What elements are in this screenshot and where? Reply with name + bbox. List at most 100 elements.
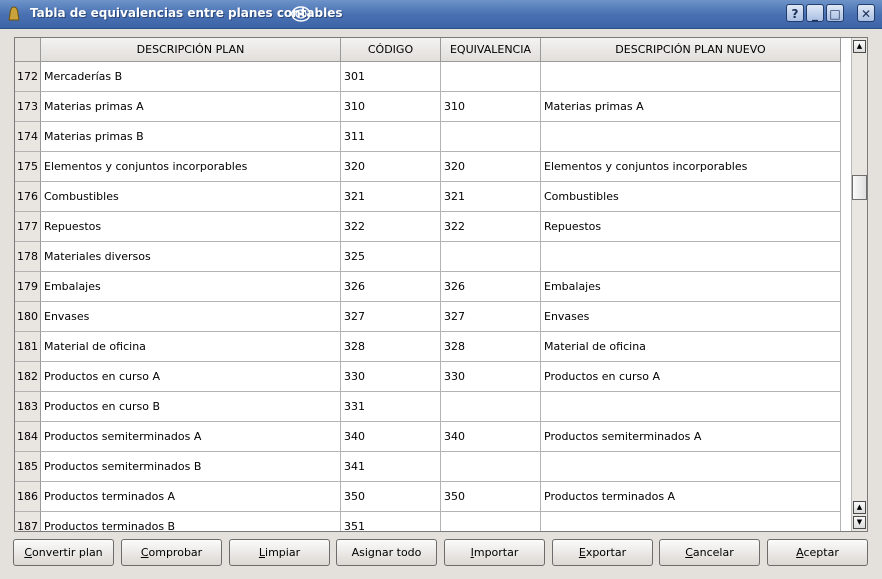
row-number[interactable]: 179 xyxy=(15,272,41,302)
table-row[interactable]: 176 Combustibles 321 321 Combustibles xyxy=(15,182,841,212)
column-header-descripcion[interactable]: DESCRIPCIÓN PLAN xyxy=(41,38,341,62)
cell-descripcion[interactable]: Productos semiterminados A xyxy=(41,422,341,452)
table-corner[interactable] xyxy=(15,38,41,62)
cell-descripcion-nuevo[interactable] xyxy=(541,512,841,531)
row-number[interactable]: 182 xyxy=(15,362,41,392)
row-number[interactable]: 187 xyxy=(15,512,41,531)
scroll-up-arrow-icon[interactable]: ▲ xyxy=(853,501,866,514)
table-row[interactable]: 180 Envases 327 327 Envases xyxy=(15,302,841,332)
cell-codigo[interactable]: 327 xyxy=(341,302,441,332)
cell-descripcion[interactable]: Productos terminados A xyxy=(41,482,341,512)
table-row[interactable]: 184 Productos semiterminados A 340 340 Produ… xyxy=(15,422,841,452)
scroll-thumb[interactable] xyxy=(852,175,867,200)
table-row[interactable]: 181 Material de oficina 328 328 Material de … xyxy=(15,332,841,362)
table-row[interactable]: 183 Productos en curso B 331 xyxy=(15,392,841,422)
row-number[interactable]: 181 xyxy=(15,332,41,362)
table-row[interactable]: 174 Materias primas B 311 xyxy=(15,122,841,152)
cell-equivalencia[interactable]: 350 xyxy=(441,482,541,512)
help-button[interactable]: ? xyxy=(786,4,804,22)
cell-codigo[interactable]: 311 xyxy=(341,122,441,152)
limpiar-button[interactable]: Limpiar xyxy=(229,539,330,566)
column-header-descripcion-nuevo[interactable]: DESCRIPCIÓN PLAN NUEVO xyxy=(541,38,841,62)
cell-descripcion-nuevo[interactable]: Combustibles xyxy=(541,182,841,212)
cell-equivalencia[interactable] xyxy=(441,242,541,272)
exportar-button[interactable]: Exportar xyxy=(552,539,653,566)
cell-descripcion[interactable]: Embalajes xyxy=(41,272,341,302)
cell-codigo[interactable]: 310 xyxy=(341,92,441,122)
cell-descripcion-nuevo[interactable]: Embalajes xyxy=(541,272,841,302)
cell-codigo[interactable]: 331 xyxy=(341,392,441,422)
cell-equivalencia[interactable]: 340 xyxy=(441,422,541,452)
cell-codigo[interactable]: 301 xyxy=(341,62,441,92)
cell-codigo[interactable]: 326 xyxy=(341,272,441,302)
cell-descripcion-nuevo[interactable]: Productos semiterminados A xyxy=(541,422,841,452)
cell-codigo[interactable]: 328 xyxy=(341,332,441,362)
row-number[interactable]: 184 xyxy=(15,422,41,452)
cell-descripcion[interactable]: Productos semiterminados B xyxy=(41,452,341,482)
cell-codigo[interactable]: 322 xyxy=(341,212,441,242)
table-row[interactable]: 186 Productos terminados A 350 350 Productos… xyxy=(15,482,841,512)
table-row[interactable]: 173 Materias primas A 310 310 Materias prima… xyxy=(15,92,841,122)
row-number[interactable]: 172 xyxy=(15,62,41,92)
column-header-equivalencia[interactable]: EQUIVALENCIA xyxy=(441,38,541,62)
cell-equivalencia[interactable]: 330 xyxy=(441,362,541,392)
cell-descripcion-nuevo[interactable]: Productos en curso A xyxy=(541,362,841,392)
cell-equivalencia[interactable] xyxy=(441,122,541,152)
cell-descripcion[interactable]: Combustibles xyxy=(41,182,341,212)
minimize-button[interactable]: _ xyxy=(806,4,824,22)
cell-equivalencia[interactable]: 322 xyxy=(441,212,541,242)
cell-codigo[interactable]: 340 xyxy=(341,422,441,452)
scroll-up-arrow-icon[interactable]: ▲ xyxy=(853,40,866,53)
cell-equivalencia[interactable] xyxy=(441,62,541,92)
row-number[interactable]: 177 xyxy=(15,212,41,242)
cell-descripcion-nuevo[interactable] xyxy=(541,392,841,422)
row-number[interactable]: 180 xyxy=(15,302,41,332)
cancelar-button[interactable]: Cancelar xyxy=(659,539,760,566)
row-number[interactable]: 174 xyxy=(15,122,41,152)
cell-codigo[interactable]: 351 xyxy=(341,512,441,531)
cell-equivalencia[interactable]: 321 xyxy=(441,182,541,212)
comprobar-button[interactable]: Comprobar xyxy=(121,539,222,566)
row-number[interactable]: 175 xyxy=(15,152,41,182)
table-row[interactable]: 172 Mercaderías B 301 xyxy=(15,62,841,92)
cell-equivalencia[interactable]: 327 xyxy=(441,302,541,332)
cell-descripcion[interactable]: Productos en curso B xyxy=(41,392,341,422)
table-row[interactable]: 187 Productos terminados B 351 xyxy=(15,512,841,531)
column-header-codigo[interactable]: CÓDIGO xyxy=(341,38,441,62)
cell-descripcion[interactable]: Productos en curso A xyxy=(41,362,341,392)
row-number[interactable]: 183 xyxy=(15,392,41,422)
cell-equivalencia[interactable] xyxy=(441,452,541,482)
cell-equivalencia[interactable]: 320 xyxy=(441,152,541,182)
asignar-todo-button[interactable]: Asignar todo xyxy=(336,539,437,566)
table-row[interactable]: 178 Materiales diversos 325 xyxy=(15,242,841,272)
importar-button[interactable]: Importar xyxy=(444,539,545,566)
row-number[interactable]: 186 xyxy=(15,482,41,512)
cell-descripcion[interactable]: Materias primas B xyxy=(41,122,341,152)
cell-descripcion-nuevo[interactable]: Productos terminados A xyxy=(541,482,841,512)
cell-descripcion-nuevo[interactable] xyxy=(541,452,841,482)
aceptar-button[interactable]: Aceptar xyxy=(767,539,868,566)
cell-descripcion-nuevo[interactable] xyxy=(541,122,841,152)
cell-codigo[interactable]: 341 xyxy=(341,452,441,482)
cell-codigo[interactable]: 320 xyxy=(341,152,441,182)
close-button[interactable]: ✕ xyxy=(857,4,875,22)
cell-codigo[interactable]: 325 xyxy=(341,242,441,272)
cell-descripcion[interactable]: Material de oficina xyxy=(41,332,341,362)
cell-descripcion-nuevo[interactable]: Material de oficina xyxy=(541,332,841,362)
cell-descripcion[interactable]: Materiales diversos xyxy=(41,242,341,272)
cell-codigo[interactable]: 321 xyxy=(341,182,441,212)
table-row[interactable]: 175 Elementos y conjuntos incorporables 32… xyxy=(15,152,841,182)
cell-descripcion[interactable]: Materias primas A xyxy=(41,92,341,122)
cell-descripcion[interactable]: Mercaderías B xyxy=(41,62,341,92)
cell-codigo[interactable]: 350 xyxy=(341,482,441,512)
table-row[interactable]: 182 Productos en curso A 330 330 Productos e… xyxy=(15,362,841,392)
row-number[interactable]: 173 xyxy=(15,92,41,122)
cell-descripcion[interactable]: Envases xyxy=(41,302,341,332)
cell-codigo[interactable]: 330 xyxy=(341,362,441,392)
row-number[interactable]: 178 xyxy=(15,242,41,272)
cell-equivalencia[interactable]: 328 xyxy=(441,332,541,362)
cell-equivalencia[interactable]: 326 xyxy=(441,272,541,302)
cell-equivalencia[interactable] xyxy=(441,392,541,422)
cell-descripcion-nuevo[interactable]: Elementos y conjuntos incorporables xyxy=(541,152,841,182)
cell-descripcion-nuevo[interactable] xyxy=(541,62,841,92)
